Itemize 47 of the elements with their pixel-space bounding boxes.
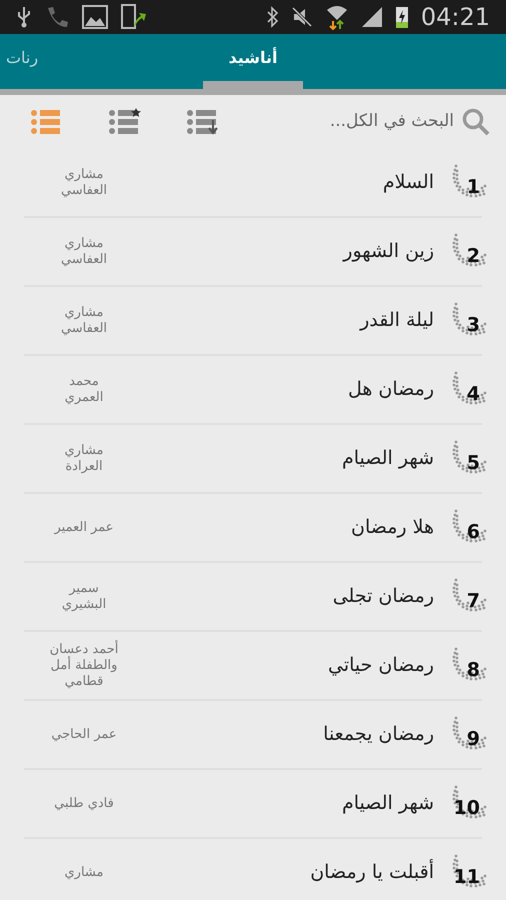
artist-name: محمد العمري	[64, 374, 104, 406]
search-icon	[462, 108, 490, 136]
song-title[interactable]: هلا رمضان	[120, 513, 434, 542]
artist-name: مشاري العفاسي	[60, 166, 108, 198]
clock-text: 04:21	[420, 2, 490, 33]
artist-name: مشاري العفاسي	[60, 236, 108, 268]
starred-list-icon	[108, 108, 142, 136]
track-number: 1	[466, 174, 480, 200]
artist-name: أحمد دعسان والطفلة أمل قطامي	[48, 642, 120, 690]
artist-name: سمير البشيري	[60, 580, 108, 612]
artist-name: مشاري العفاسي	[60, 304, 108, 336]
song-title[interactable]: أقبلت يا رمضان	[120, 858, 434, 887]
track-number: 9	[466, 726, 480, 752]
bluetooth-icon	[266, 6, 279, 28]
battery-charging-icon	[394, 5, 409, 29]
song-title[interactable]: رمضان حياتي	[120, 651, 434, 680]
song-title[interactable]: زين الشهور	[120, 237, 434, 266]
search-field[interactable]: البحث في الكل...	[294, 109, 454, 135]
track-number: 10	[454, 796, 480, 820]
sort-list-icon	[186, 108, 220, 136]
track-number: 7	[466, 588, 480, 614]
artist-name: عمر العمير	[53, 520, 115, 536]
phone-update-icon	[120, 4, 146, 30]
tab[interactable]: أناشيد	[203, 34, 303, 89]
artist-name: عمر الحاجي	[50, 726, 118, 742]
track-number: 3	[466, 312, 480, 338]
track-number: 4	[466, 382, 480, 406]
song-title[interactable]: رمضان تجلى	[120, 582, 434, 611]
artist-name: فادي طلبي	[53, 796, 115, 812]
artist-name: مشاري العرادة	[64, 442, 104, 474]
song-title[interactable]: رمضان يجمعنا	[120, 720, 434, 749]
song-title[interactable]: السلام	[120, 168, 434, 197]
usb-icon	[16, 6, 32, 28]
signal-icon	[360, 6, 383, 28]
song-title[interactable]: شهر الصيام	[120, 444, 434, 473]
song-title[interactable]: ليلة القدر	[120, 306, 434, 335]
image-icon	[82, 5, 108, 29]
wifi-icon	[324, 4, 349, 30]
song-title[interactable]: شهر الصيام	[120, 789, 434, 818]
mute-icon	[290, 6, 313, 28]
track-number: 11	[454, 864, 480, 890]
track-number: 5	[466, 450, 480, 476]
artist-name: مشاري	[64, 864, 104, 880]
track-number: 2	[466, 244, 480, 268]
song-title[interactable]: رمضان هل	[120, 375, 434, 404]
track-number: 6	[466, 520, 480, 544]
track-number: 8	[466, 658, 480, 682]
